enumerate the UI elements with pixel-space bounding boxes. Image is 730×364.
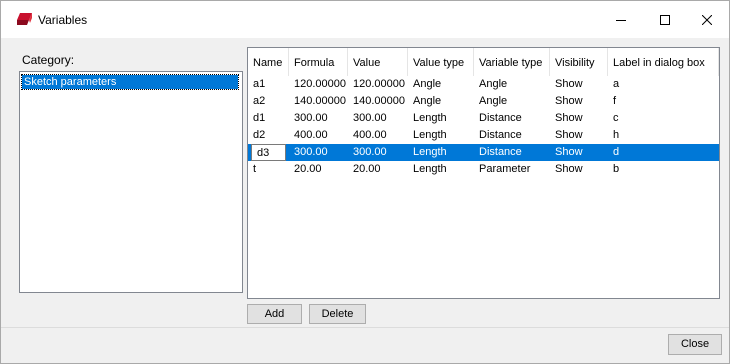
table-cell[interactable]: Show	[550, 144, 608, 161]
table-cell[interactable]: 20.00	[289, 161, 348, 178]
table-row[interactable]: d2 400.00 400.00 Length Distance Show h	[248, 127, 719, 144]
table-cell[interactable]: 300.00	[348, 144, 408, 161]
column-header[interactable]: Label in dialog box	[608, 48, 719, 76]
table-cell[interactable]: Angle	[408, 76, 474, 93]
table-cell[interactable]: 140.00000	[289, 93, 348, 110]
table-cell[interactable]: Length	[408, 127, 474, 144]
table-cell[interactable]: d2	[248, 127, 289, 144]
column-header[interactable]: Variable type	[474, 48, 550, 76]
table-cell[interactable]: f	[608, 93, 719, 110]
variables-table[interactable]: Name Formula Value Value type Variable type V…	[247, 47, 720, 299]
column-header[interactable]: Formula	[289, 48, 348, 76]
table-cell[interactable]: Show	[550, 110, 608, 127]
table-header: Name Formula Value Value type Variable type V…	[248, 48, 719, 76]
footer-divider	[1, 327, 729, 328]
table-cell[interactable]: 300.00	[348, 110, 408, 127]
table-cell[interactable]: Length	[408, 144, 474, 161]
minimize-icon	[616, 20, 626, 21]
close-button[interactable]: Close	[668, 334, 722, 355]
table-cell[interactable]: 300.00	[289, 144, 348, 161]
table-cell[interactable]: c	[608, 110, 719, 127]
category-list[interactable]: Sketch parameters	[19, 71, 243, 293]
table-row[interactable]: d3 300.00 300.00 Length Distance Show d	[248, 144, 719, 161]
category-item-sketch-parameters[interactable]: Sketch parameters	[21, 74, 239, 90]
maximize-icon	[660, 15, 670, 25]
table-cell[interactable]: Distance	[474, 127, 550, 144]
table-cell[interactable]: 120.00000	[348, 76, 408, 93]
add-button[interactable]: Add	[247, 304, 302, 324]
column-header[interactable]: Visibility	[550, 48, 608, 76]
table-cell[interactable]: a1	[248, 76, 289, 93]
column-header[interactable]: Value type	[408, 48, 474, 76]
category-label: Category:	[22, 53, 75, 67]
table-row[interactable]: d1 300.00 300.00 Length Distance Show c	[248, 110, 719, 127]
table-cell[interactable]: Show	[550, 93, 608, 110]
table-cell[interactable]: 300.00	[289, 110, 348, 127]
title-bar[interactable]: Variables	[1, 1, 729, 38]
table-cell[interactable]: Length	[408, 161, 474, 178]
table-cell[interactable]: b	[608, 161, 719, 178]
table-cell[interactable]: Distance	[474, 110, 550, 127]
table-cell[interactable]: Parameter	[474, 161, 550, 178]
table-cell[interactable]: Distance	[474, 144, 550, 161]
variables-dialog: Variables Category: Sketch parameters Na…	[0, 0, 730, 364]
table-cell[interactable]: Show	[550, 76, 608, 93]
table-cell[interactable]: a2	[248, 93, 289, 110]
table-cell[interactable]: 400.00	[289, 127, 348, 144]
table-cell[interactable]: h	[608, 127, 719, 144]
table-cell[interactable]: d	[608, 144, 719, 161]
table-cell[interactable]: 120.00000	[289, 76, 348, 93]
table-row[interactable]: a2 140.00000 140.00000 Angle Angle Show f	[248, 93, 719, 110]
table-cell[interactable]: d1	[248, 110, 289, 127]
table-cell[interactable]: d3	[251, 144, 286, 161]
table-cell[interactable]: Angle	[474, 93, 550, 110]
table-cell[interactable]: Angle	[474, 76, 550, 93]
table-cell[interactable]: Angle	[408, 93, 474, 110]
minimize-button[interactable]	[598, 7, 644, 33]
close-icon	[702, 15, 712, 25]
maximize-button[interactable]	[642, 7, 688, 33]
table-cell[interactable]: 20.00	[348, 161, 408, 178]
delete-button[interactable]: Delete	[309, 304, 366, 324]
table-row[interactable]: a1 120.00000 120.00000 Angle Angle Show a	[248, 76, 719, 93]
table-cell[interactable]: 400.00	[348, 127, 408, 144]
column-header[interactable]: Name	[248, 48, 289, 76]
app-icon	[17, 13, 32, 25]
column-header[interactable]: Value	[348, 48, 408, 76]
window-title: Variables	[38, 13, 88, 27]
table-cell[interactable]: t	[248, 161, 289, 178]
table-cell[interactable]: Show	[550, 127, 608, 144]
table-cell[interactable]: 140.00000	[348, 93, 408, 110]
close-window-button[interactable]	[684, 7, 730, 33]
table-cell[interactable]: a	[608, 76, 719, 93]
table-row[interactable]: t 20.00 20.00 Length Parameter Show b	[248, 161, 719, 178]
table-cell[interactable]: Show	[550, 161, 608, 178]
table-cell[interactable]: Length	[408, 110, 474, 127]
